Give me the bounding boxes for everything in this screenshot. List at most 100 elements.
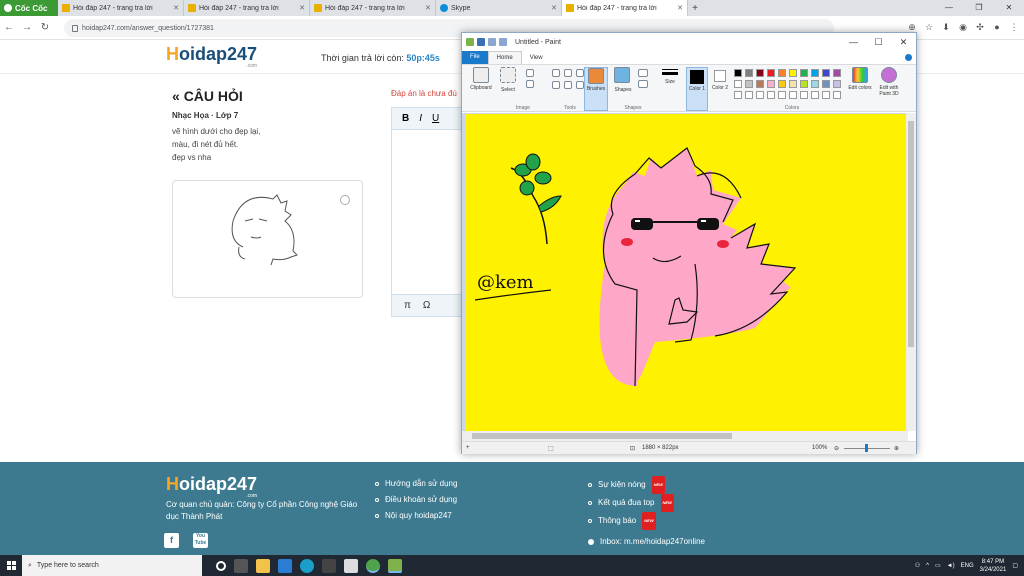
palette-swatch[interactable]: [811, 80, 819, 88]
color1-button[interactable]: Color 1: [686, 67, 708, 111]
text-icon[interactable]: [576, 69, 584, 77]
coccoc-taskbar-icon[interactable]: [366, 558, 380, 573]
double-chevron-left-icon[interactable]: «: [172, 88, 180, 104]
pencil-icon[interactable]: [552, 69, 560, 77]
new-tab-button[interactable]: +: [688, 3, 702, 14]
palette-swatch[interactable]: [745, 80, 753, 88]
close-tab-icon[interactable]: ✕: [173, 4, 179, 12]
footer-link[interactable]: Thông báo NEW: [588, 512, 674, 530]
people-icon[interactable]: ⚇: [915, 562, 920, 569]
palette-swatch[interactable]: [833, 80, 841, 88]
zoom-in-icon[interactable]: ⊕: [894, 445, 899, 452]
start-button[interactable]: [0, 555, 22, 576]
star-icon[interactable]: ☆: [923, 20, 935, 34]
palette-swatch[interactable]: [833, 69, 841, 77]
size-button[interactable]: Size: [658, 67, 682, 111]
custom-palette-swatch[interactable]: [800, 91, 808, 99]
palette-swatch[interactable]: [734, 80, 742, 88]
browser-tab-1[interactable]: Hỏi đáp 247 - trang tra lời ✕: [58, 0, 184, 16]
vertical-scrollbar[interactable]: [906, 113, 916, 431]
clipboard-button[interactable]: Clipboard: [470, 85, 491, 91]
volume-icon[interactable]: ◄): [947, 563, 955, 569]
maximize-icon[interactable]: ❐: [964, 0, 994, 16]
menu-icon[interactable]: ⋮: [1008, 20, 1020, 34]
custom-palette-swatch[interactable]: [778, 91, 786, 99]
magnifier-icon[interactable]: [576, 81, 584, 89]
maximize-icon[interactable]: ☐: [866, 33, 891, 51]
custom-palette-swatch[interactable]: [822, 91, 830, 99]
horizontal-scroll-thumb[interactable]: [472, 433, 732, 439]
horizontal-scrollbar[interactable]: [462, 431, 908, 441]
footer-link[interactable]: Điều khoản sử dụng: [375, 492, 457, 508]
browser-tab-5[interactable]: Hỏi đáp 247 - trang tra lời ✕: [562, 0, 688, 16]
close-tab-icon[interactable]: ✕: [677, 4, 683, 12]
site-logo[interactable]: Hoidap247 .com: [166, 44, 257, 69]
edge-icon[interactable]: [300, 558, 314, 573]
reload-icon[interactable]: ↻: [36, 22, 54, 33]
add-icon[interactable]: +: [466, 445, 470, 451]
help-icon[interactable]: [905, 54, 912, 61]
browser-brand-button[interactable]: Cốc Cốc: [0, 0, 58, 16]
vertical-scroll-thumb[interactable]: [908, 121, 914, 347]
youtube-icon[interactable]: You Tube: [193, 533, 208, 548]
minimize-icon[interactable]: —: [934, 0, 964, 16]
palette-swatch[interactable]: [800, 80, 808, 88]
custom-palette-swatch[interactable]: [756, 91, 764, 99]
facebook-icon[interactable]: f: [164, 533, 179, 548]
palette-swatch[interactable]: [822, 80, 830, 88]
taskbar-search-input[interactable]: ⌕ Type here to search: [22, 555, 202, 576]
shapes-icon[interactable]: [614, 67, 630, 83]
answer-editor[interactable]: B I U π Ω: [391, 107, 466, 317]
back-arrow-icon[interactable]: ←: [0, 22, 18, 33]
outline-icon[interactable]: [638, 69, 648, 77]
edit-colors-button[interactable]: Edit colors: [848, 67, 872, 111]
windows-security-icon[interactable]: [344, 558, 358, 573]
italic-button[interactable]: I: [419, 113, 422, 124]
edit-paint3d-button[interactable]: Edit with Paint 3D: [874, 67, 904, 111]
palette-swatch[interactable]: [800, 69, 808, 77]
eraser-icon[interactable]: [552, 81, 560, 89]
tab-file[interactable]: File: [462, 51, 488, 64]
footer-link[interactable]: Kết quả đua top NEW: [588, 494, 674, 512]
symbol-omega-button[interactable]: Ω: [423, 300, 430, 311]
footer-link[interactable]: Hướng dẫn sử dụng: [375, 476, 457, 492]
file-explorer-icon[interactable]: [256, 558, 270, 573]
network-icon[interactable]: ▭: [935, 562, 941, 569]
paint-taskbar-icon[interactable]: [388, 558, 402, 573]
store-icon[interactable]: [322, 558, 336, 573]
browser-tab-2[interactable]: Hỏi đáp 247 - trang tra lời ✕: [184, 0, 310, 16]
palette-swatch[interactable]: [756, 69, 764, 77]
paste-icon[interactable]: [473, 67, 489, 83]
palette-swatch[interactable]: [789, 80, 797, 88]
palette-swatch[interactable]: [767, 80, 775, 88]
close-icon[interactable]: ✕: [891, 33, 916, 51]
custom-palette-swatch[interactable]: [767, 91, 775, 99]
shapes-button[interactable]: Shapes: [612, 87, 634, 93]
palette-swatch[interactable]: [756, 80, 764, 88]
palette-swatch[interactable]: [778, 69, 786, 77]
minimize-icon[interactable]: —: [841, 33, 866, 51]
browser-tab-3[interactable]: Hỏi đáp 247 - trang tra lời ✕: [310, 0, 436, 16]
palette-swatch[interactable]: [811, 69, 819, 77]
close-tab-icon[interactable]: ✕: [299, 4, 305, 12]
zoom-slider-knob[interactable]: [865, 444, 868, 452]
custom-palette-swatch[interactable]: [833, 91, 841, 99]
custom-palette-swatch[interactable]: [789, 91, 797, 99]
custom-palette-swatch[interactable]: [811, 91, 819, 99]
redo-icon[interactable]: [499, 38, 507, 46]
chevron-up-icon[interactable]: ^: [926, 563, 929, 569]
fill-shape-icon[interactable]: [638, 80, 648, 88]
custom-palette-swatch[interactable]: [734, 91, 742, 99]
save-icon[interactable]: [477, 38, 485, 46]
select-button[interactable]: Select: [498, 87, 518, 93]
palette-swatch[interactable]: [778, 80, 786, 88]
mail-icon[interactable]: [278, 558, 292, 573]
custom-palette-swatch[interactable]: [745, 91, 753, 99]
notification-icon[interactable]: ▢: [1012, 562, 1018, 569]
brushes-button[interactable]: Brushes: [584, 67, 608, 111]
bold-button[interactable]: B: [402, 113, 409, 124]
forward-arrow-icon[interactable]: →: [18, 22, 36, 33]
footer-logo[interactable]: Hoidap247 .com: [166, 474, 257, 499]
palette-swatch[interactable]: [822, 69, 830, 77]
close-icon[interactable]: ✕: [994, 0, 1024, 16]
